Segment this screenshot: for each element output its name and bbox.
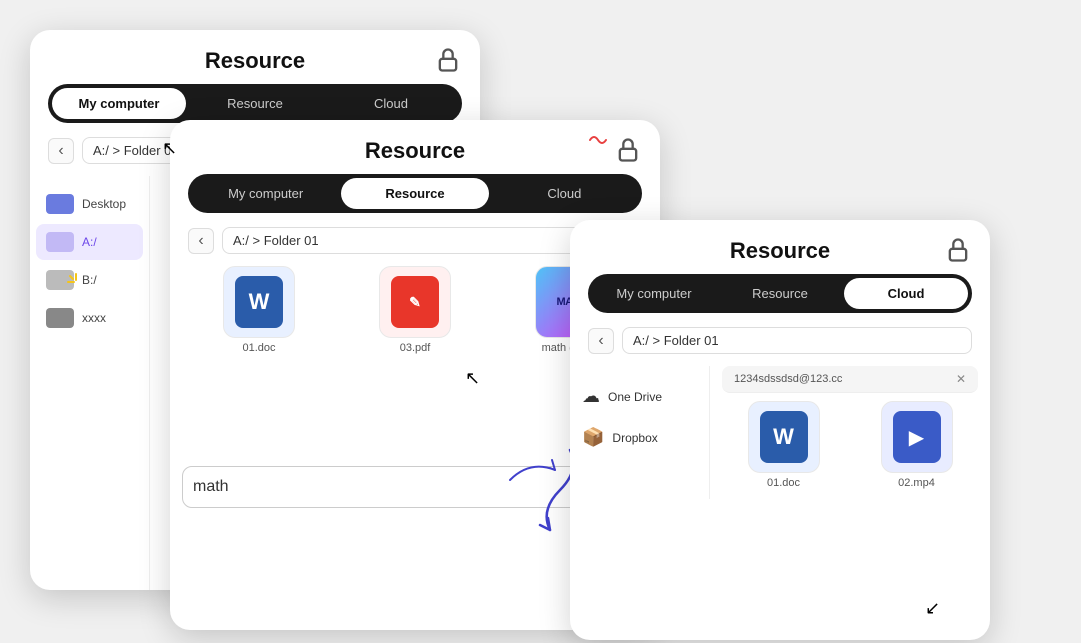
cloud-services-list: ☁ One Drive 📦 Dropbox — [570, 366, 710, 499]
cloud-file-name-01doc: 01.doc — [767, 477, 800, 489]
tab-cloud-3[interactable]: Cloud — [844, 278, 968, 309]
sidebar-b-label: B:/ — [82, 273, 97, 287]
sidebar-a[interactable]: A:/ — [36, 224, 143, 260]
card2-tab-bar: My computer Resource Cloud — [188, 174, 642, 213]
drive-a-icon — [46, 232, 74, 252]
lock-icon-c2 — [614, 136, 642, 164]
desktop-icon — [46, 194, 74, 214]
card3-breadcrumb-row: ‹ — [570, 327, 990, 366]
card1-tab-bar: My computer Resource Cloud — [48, 84, 462, 123]
word-icon-c2: W — [235, 276, 283, 328]
onedrive-icon: ☁ — [582, 386, 600, 407]
card-cloud: Resource My computer Resource Cloud ‹ ☁ … — [570, 220, 990, 640]
file-name-01doc-c2: 01.doc — [242, 342, 275, 354]
cloud-file-02mp4[interactable]: ▶ 02.mp4 — [855, 401, 978, 489]
card3-header: Resource — [570, 220, 990, 274]
card2-header: Resource — [170, 120, 660, 174]
cloud-onedrive[interactable]: ☁ One Drive — [570, 376, 709, 417]
tab-mycomputer-2[interactable]: My computer — [192, 178, 339, 209]
usb-icon — [46, 308, 74, 328]
card2-back-btn[interactable]: ‹ — [188, 228, 214, 254]
file-03pdf-c2[interactable]: ✎ 03.pdf — [342, 266, 488, 354]
word-icon-c3: W — [760, 411, 808, 463]
file-01doc-c2[interactable]: W 01.doc — [186, 266, 332, 354]
tab-resource-3[interactable]: Resource — [718, 278, 842, 309]
file-name-03pdf-c2: 03.pdf — [400, 342, 431, 354]
lock-icon-c3 — [944, 236, 972, 264]
sidebar-desktop[interactable]: Desktop — [36, 186, 143, 222]
card3-file-grid: W 01.doc ▶ 02.mp4 — [710, 401, 990, 499]
cloud-email-close[interactable]: ✕ — [956, 372, 966, 386]
tab-mycomputer-1[interactable]: My computer — [52, 88, 186, 119]
tab-mycomputer-3[interactable]: My computer — [592, 278, 716, 309]
card1-header: Resource — [30, 30, 480, 84]
drive-b-icon — [46, 270, 74, 290]
tab-resource-1[interactable]: Resource — [188, 88, 322, 119]
cursor-c3: ↙ — [925, 598, 940, 619]
card1-back-btn[interactable]: ‹ — [48, 138, 74, 164]
cloud-email-text: 1234sdssdsd@123.cc — [734, 373, 842, 385]
cloud-thumb-01doc: W — [748, 401, 820, 473]
card2-title: Resource — [365, 138, 465, 164]
tab-cloud-1[interactable]: Cloud — [324, 88, 458, 119]
deco-spark-c2 — [588, 132, 610, 148]
card1-sidebar: Desktop A:/ B:/ xxxx — [30, 176, 150, 590]
cloud-thumb-02mp4: ▶ — [881, 401, 953, 473]
card3-tab-bar: My computer Resource Cloud — [588, 274, 972, 313]
sidebar-a-label: A:/ — [82, 235, 97, 249]
card1-title: Resource — [205, 48, 305, 74]
tab-resource-2[interactable]: Resource — [341, 178, 488, 209]
video-icon-c3: ▶ — [893, 411, 941, 463]
sidebar-b[interactable]: B:/ — [36, 262, 143, 298]
cloud-file-name-02mp4: 02.mp4 — [898, 477, 935, 489]
card3-back-btn[interactable]: ‹ — [588, 328, 614, 354]
file-thumb-01doc-c2: W — [223, 266, 295, 338]
card3-breadcrumb-input[interactable] — [622, 327, 972, 354]
sidebar-usb[interactable]: xxxx — [36, 300, 143, 336]
file-thumb-03pdf-c2: ✎ — [379, 266, 451, 338]
cloud-file-01doc[interactable]: W 01.doc — [722, 401, 845, 489]
cloud-email-row: 1234sdssdsd@123.cc ✕ — [722, 366, 978, 393]
lock-icon — [434, 46, 462, 74]
dropbox-label: Dropbox — [612, 431, 657, 445]
onedrive-label: One Drive — [608, 390, 662, 404]
card3-content: 1234sdssdsd@123.cc ✕ W 01.doc ▶ 02.mp4 — [710, 366, 990, 499]
sidebar-desktop-label: Desktop — [82, 197, 126, 211]
card3-body: ☁ One Drive 📦 Dropbox 1234sdssdsd@123.cc… — [570, 366, 990, 499]
cloud-dropbox[interactable]: 📦 Dropbox — [570, 417, 709, 458]
card3-title: Resource — [730, 238, 830, 264]
pdf-icon-c2: ✎ — [391, 276, 439, 328]
tab-cloud-2[interactable]: Cloud — [491, 178, 638, 209]
dropbox-icon: 📦 — [582, 427, 604, 448]
sidebar-usb-label: xxxx — [82, 311, 106, 325]
